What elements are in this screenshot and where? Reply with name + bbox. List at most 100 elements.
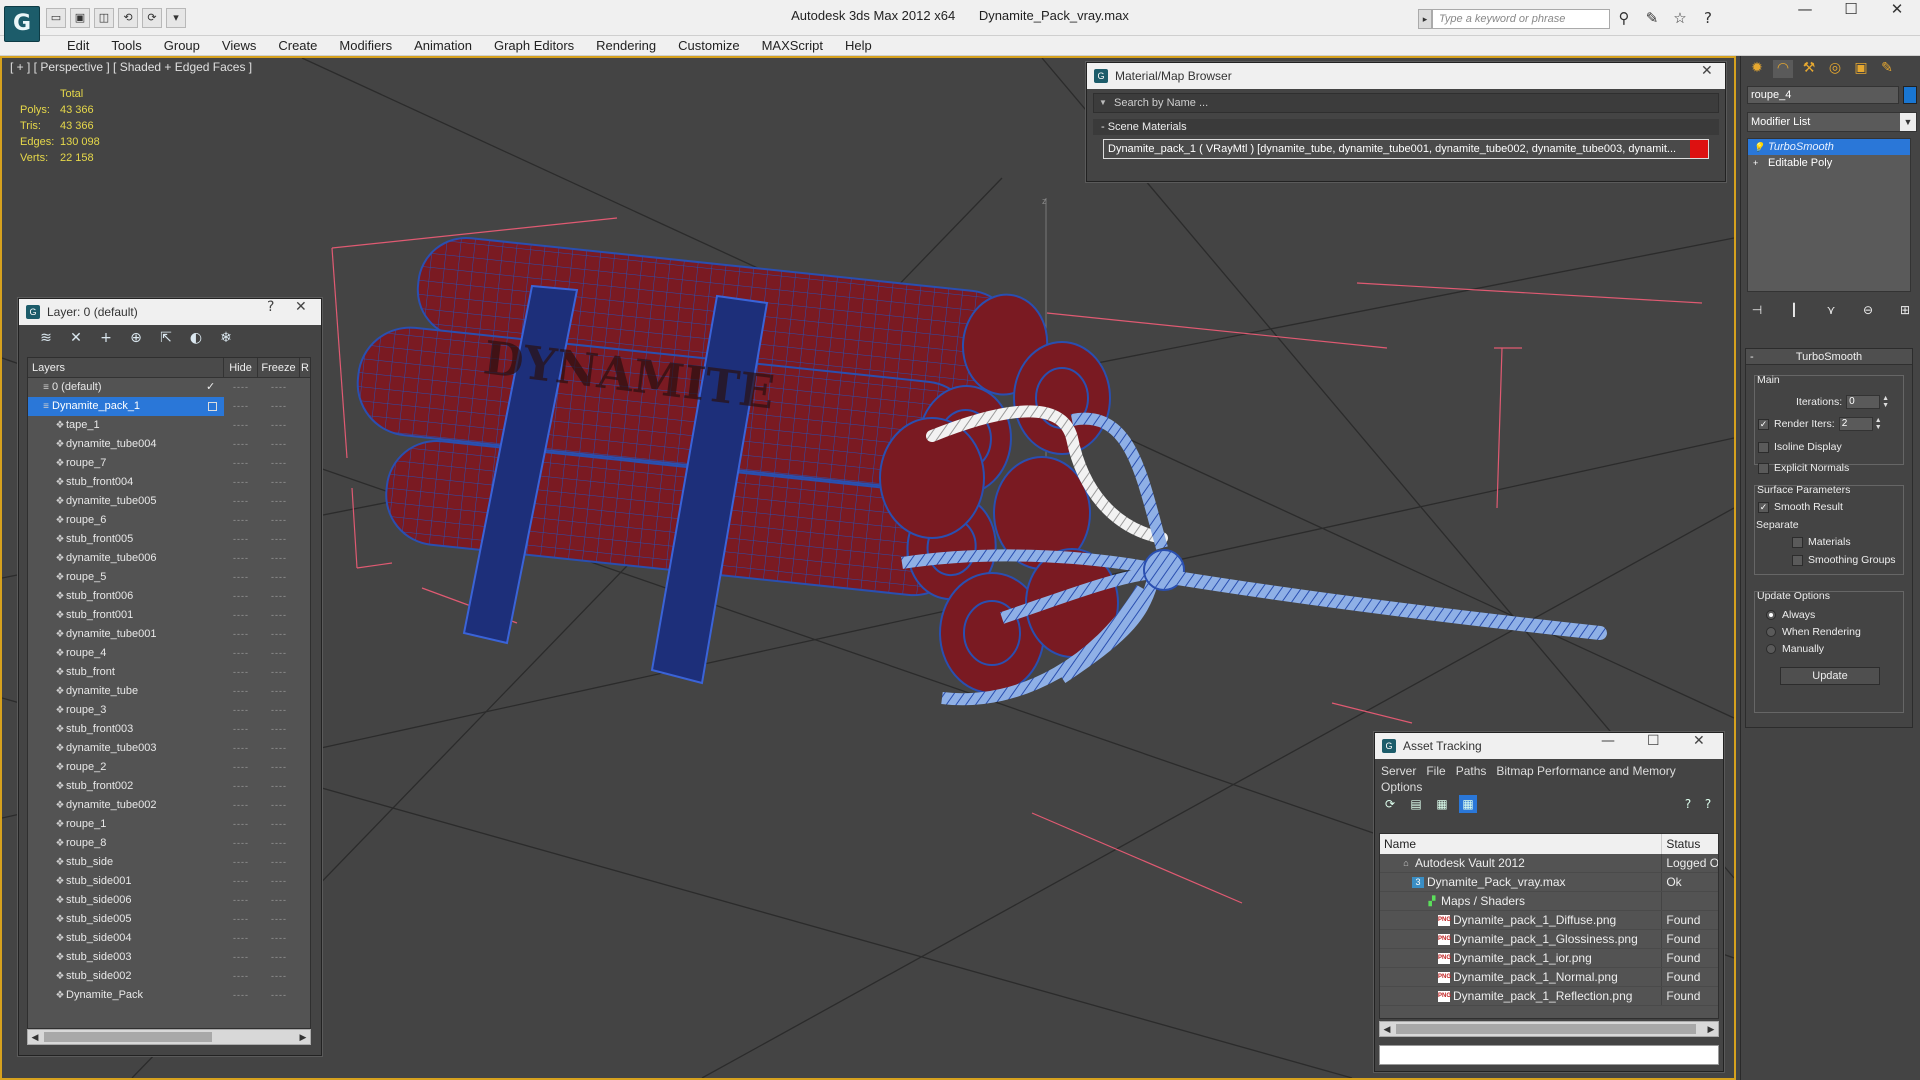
material-browser-titlebar[interactable]: G Material/Map Browser ✕ xyxy=(1087,63,1725,89)
material-search-input[interactable]: Search by Name ... xyxy=(1093,93,1719,113)
layer-row[interactable]: ❖ roupe_5 ---- ---- xyxy=(28,568,310,587)
asset-row[interactable]: PNG Dynamite_pack_1_Glossiness.png Found xyxy=(1380,930,1718,949)
layer-row[interactable]: ❖ stub_side005 ---- ---- xyxy=(28,910,310,929)
menu-views[interactable]: Views xyxy=(211,38,267,54)
layer-row[interactable]: ❖ stub_front ---- ---- xyxy=(28,663,310,682)
hide-toggle[interactable]: ---- xyxy=(224,435,258,454)
hide-toggle[interactable]: ---- xyxy=(224,378,258,397)
menu-group[interactable]: Group xyxy=(153,38,211,54)
infocenter-expand-button[interactable]: ▸ xyxy=(1418,9,1432,29)
menu-animation[interactable]: Animation xyxy=(403,38,483,54)
layer-row[interactable]: ❖ roupe_2 ---- ---- xyxy=(28,758,310,777)
set-current-box-icon[interactable] xyxy=(208,402,217,411)
layer-name-cell[interactable]: ❖ dynamite_tube002 xyxy=(28,796,224,815)
close-button[interactable]: ✕ xyxy=(1874,0,1920,30)
col-render[interactable]: R xyxy=(300,358,310,377)
layer-row[interactable]: ❖ stub_side004 ---- ---- xyxy=(28,929,310,948)
object-name-field[interactable]: roupe_4 xyxy=(1747,86,1899,104)
hide-toggle[interactable]: ---- xyxy=(224,891,258,910)
spinner-arrows-icon[interactable]: ▲ ▼ xyxy=(1875,417,1883,431)
layer-row[interactable]: ❖ dynamite_tube ---- ---- xyxy=(28,682,310,701)
layer-row[interactable]: ❖ tape_1 ---- ---- xyxy=(28,416,310,435)
hide-all-icon[interactable]: ◐ xyxy=(185,330,207,348)
menu-customize[interactable]: Customize xyxy=(667,38,750,54)
asset-path-field[interactable] xyxy=(1379,1045,1719,1065)
modify-tab-icon[interactable]: ◠ xyxy=(1773,60,1793,78)
menu-graph-editors[interactable]: Graph Editors xyxy=(483,38,585,54)
layer-row[interactable]: ❖ roupe_1 ---- ---- xyxy=(28,815,310,834)
layer-row[interactable]: ❖ stub_side003 ---- ---- xyxy=(28,948,310,967)
freeze-toggle[interactable]: ---- xyxy=(258,549,300,568)
freeze-toggle[interactable]: ---- xyxy=(258,739,300,758)
manually-radio[interactable] xyxy=(1766,644,1776,654)
menu-create[interactable]: Create xyxy=(267,38,328,54)
menu-edit[interactable]: Edit xyxy=(56,38,100,54)
layer-name-cell[interactable]: ❖ roupe_3 xyxy=(28,701,224,720)
hide-toggle[interactable]: ---- xyxy=(224,663,258,682)
hide-toggle[interactable]: ---- xyxy=(224,530,258,549)
layer-name-cell[interactable]: ❖ dynamite_tube xyxy=(28,682,224,701)
freeze-toggle[interactable]: ---- xyxy=(258,948,300,967)
layer-row[interactable]: ❖ stub_side006 ---- ---- xyxy=(28,891,310,910)
asset-hscrollbar[interactable]: ◀ ▶ xyxy=(1379,1021,1719,1037)
expand-icon[interactable]: + xyxy=(1753,155,1758,171)
freeze-toggle[interactable]: ---- xyxy=(258,587,300,606)
freeze-toggle[interactable]: ---- xyxy=(258,511,300,530)
scroll-left-icon[interactable]: ◀ xyxy=(1380,1022,1394,1036)
layer-row[interactable]: ❖ stub_front001 ---- ---- xyxy=(28,606,310,625)
layer-row[interactable]: ❖ dynamite_tube001 ---- ---- xyxy=(28,625,310,644)
col-layers[interactable]: Layers xyxy=(28,358,224,377)
configure-sets-icon[interactable]: ⊞ xyxy=(1895,300,1915,320)
hide-toggle[interactable]: ---- xyxy=(224,739,258,758)
scroll-right-icon[interactable]: ▶ xyxy=(296,1030,310,1044)
layer-row[interactable]: ❖ stub_front003 ---- ---- xyxy=(28,720,310,739)
layer-row[interactable]: ≡ Dynamite_pack_1 ---- ---- xyxy=(28,397,310,416)
freeze-toggle[interactable]: ---- xyxy=(258,720,300,739)
hide-toggle[interactable]: ---- xyxy=(224,948,258,967)
hide-toggle[interactable]: ---- xyxy=(224,910,258,929)
help-icon[interactable]: ? xyxy=(1698,8,1718,28)
select-icon[interactable]: ⊕ xyxy=(125,330,147,348)
freeze-toggle[interactable]: ---- xyxy=(258,910,300,929)
hide-toggle[interactable]: ---- xyxy=(224,625,258,644)
hide-toggle[interactable]: ---- xyxy=(224,720,258,739)
layer-row[interactable]: ❖ stub_front005 ---- ---- xyxy=(28,530,310,549)
layer-name-cell[interactable]: ❖ stub_front005 xyxy=(28,530,224,549)
scroll-right-icon[interactable]: ▶ xyxy=(1704,1022,1718,1036)
freeze-toggle[interactable]: ---- xyxy=(258,796,300,815)
motion-tab-icon[interactable]: ◎ xyxy=(1825,60,1845,78)
binoculars-icon[interactable]: ⚲ xyxy=(1614,8,1634,28)
menu-file[interactable]: File xyxy=(1426,764,1445,778)
layer-name-cell[interactable]: ❖ stub_front006 xyxy=(28,587,224,606)
freeze-toggle[interactable]: ---- xyxy=(258,967,300,986)
asset-row[interactable]: PNG Dynamite_pack_1_Normal.png Found xyxy=(1380,968,1718,987)
freeze-toggle[interactable]: ---- xyxy=(258,568,300,587)
render-iters-checkbox[interactable]: ✓ xyxy=(1758,418,1769,430)
materials-checkbox[interactable] xyxy=(1792,536,1803,548)
hide-toggle[interactable]: ---- xyxy=(224,872,258,891)
layer-name-cell[interactable]: ❖ Dynamite_Pack xyxy=(28,986,224,1005)
object-color-swatch[interactable] xyxy=(1903,86,1917,104)
freeze-toggle[interactable]: ---- xyxy=(258,473,300,492)
layer-name-cell[interactable]: ❖ stub_side003 xyxy=(28,948,224,967)
new-layer-icon[interactable]: ≋ xyxy=(35,330,57,348)
hide-toggle[interactable]: ---- xyxy=(224,587,258,606)
highlight-icon[interactable]: ⇱ xyxy=(155,330,177,348)
layer-row[interactable]: ❖ stub_side ---- ---- xyxy=(28,853,310,872)
keyword-search-input[interactable]: Type a keyword or phrase xyxy=(1432,9,1610,29)
close-icon[interactable]: ✕ xyxy=(1701,63,1713,79)
layer-row[interactable]: ❖ dynamite_tube005 ---- ---- xyxy=(28,492,310,511)
context-help-icon[interactable]: ? xyxy=(1699,795,1717,813)
viewport-label-menu[interactable]: [ + ] [ Perspective ] [ Shaded + Edged F… xyxy=(10,60,252,74)
layer-row[interactable]: ❖ stub_side001 ---- ---- xyxy=(28,872,310,891)
asset-name-cell[interactable]: ▞ Maps / Shaders xyxy=(1380,892,1663,910)
layer-name-cell[interactable]: ❖ stub_side001 xyxy=(28,872,224,891)
freeze-toggle[interactable]: ---- xyxy=(258,530,300,549)
lightbulb-icon[interactable]: 💡 xyxy=(1753,139,1764,155)
hide-toggle[interactable]: ---- xyxy=(224,758,258,777)
asset-name-cell[interactable]: PNG Dynamite_pack_1_ior.png xyxy=(1380,949,1663,967)
help-icon[interactable]: ? xyxy=(267,299,274,315)
layer-name-cell[interactable]: ❖ stub_side004 xyxy=(28,929,224,948)
create-tab-icon[interactable]: ✹ xyxy=(1747,60,1767,78)
freeze-toggle[interactable]: ---- xyxy=(258,492,300,511)
